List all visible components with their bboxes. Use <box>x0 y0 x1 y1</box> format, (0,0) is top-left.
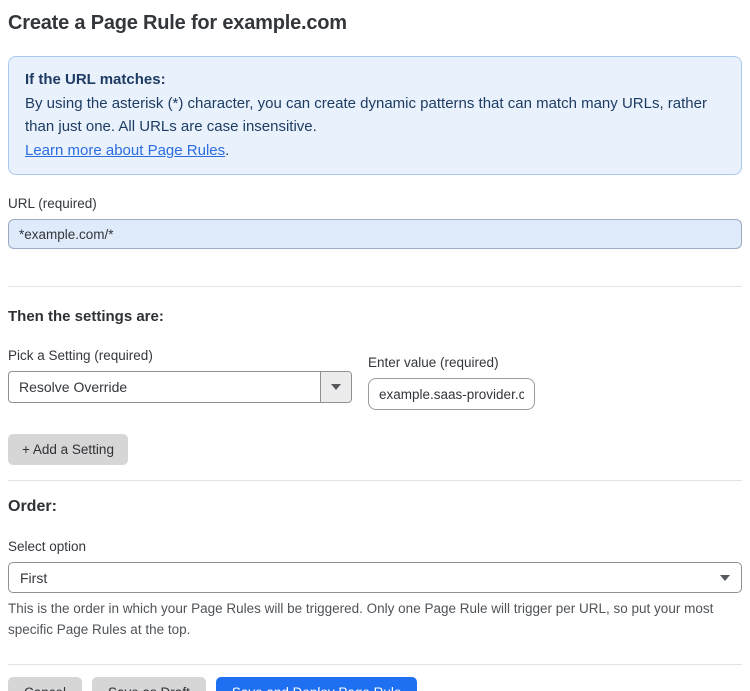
url-match-info-box: If the URL matches: By using the asteris… <box>8 56 742 175</box>
info-box-body: By using the asterisk (*) character, you… <box>25 94 707 136</box>
chevron-down-icon <box>720 574 730 581</box>
divider <box>8 663 742 665</box>
footer-button-bar: Cancel Save as Draft Save and Deploy Pag… <box>8 676 742 691</box>
save-as-draft-button[interactable]: Save as Draft <box>92 676 206 691</box>
order-selected-value: First <box>20 569 48 586</box>
learn-more-link[interactable]: Learn more about Page Rules <box>25 142 225 159</box>
info-box-heading: If the URL matches: <box>25 71 166 88</box>
info-box-link-line: Learn more about Page Rules. <box>25 139 725 163</box>
divider <box>8 286 742 287</box>
settings-section-heading: Then the settings are: <box>8 308 164 325</box>
url-input[interactable] <box>8 219 742 249</box>
order-select[interactable]: First <box>8 562 742 593</box>
setting-picker-label: Pick a Setting (required) <box>8 348 153 363</box>
url-field-label: URL (required) <box>8 196 97 211</box>
page-title: Create a Page Rule for example.com <box>8 12 347 34</box>
setting-picker-dropdown[interactable]: Resolve Override <box>8 371 352 403</box>
dropdown-arrow-button[interactable] <box>320 372 351 402</box>
setting-value-column: Enter value (required) <box>368 355 535 410</box>
chevron-down-icon <box>331 384 341 390</box>
order-select-label: Select option <box>8 539 87 554</box>
setting-picker-selected-value: Resolve Override <box>19 379 128 395</box>
link-suffix: . <box>225 141 230 159</box>
setting-picker-column: Pick a Setting (required) Resolve Overri… <box>8 348 352 403</box>
page-rule-form: Create a Page Rule for example.com If th… <box>0 0 750 691</box>
order-help-text: This is the order in which your Page Rul… <box>8 601 714 638</box>
divider <box>8 480 742 481</box>
settings-row: Pick a Setting (required) Resolve Overri… <box>8 348 742 410</box>
save-and-deploy-button[interactable]: Save and Deploy Page Rule <box>215 676 418 691</box>
add-setting-button[interactable]: + Add a Setting <box>8 434 128 465</box>
cancel-button[interactable]: Cancel <box>8 676 83 691</box>
value-field-label: Enter value (required) <box>368 355 499 370</box>
order-section-heading: Order: <box>8 498 57 515</box>
setting-value-input[interactable] <box>368 378 535 410</box>
